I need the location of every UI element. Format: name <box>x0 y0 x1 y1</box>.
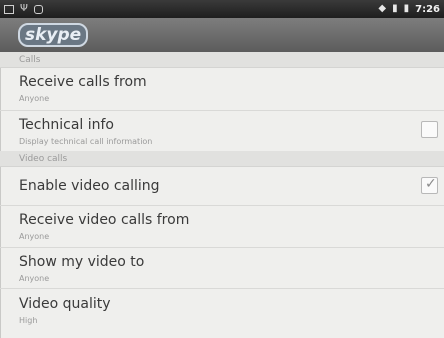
section-header-video-calls: Video calls <box>0 151 444 167</box>
setting-video-quality[interactable]: Video quality High <box>0 296 444 334</box>
app-bar: skype <box>0 18 444 52</box>
divider <box>0 288 444 289</box>
setting-technical-info[interactable]: Technical info Display technical call in… <box>0 117 444 151</box>
status-time: 7:26 <box>415 3 440 15</box>
setting-title: Show my video to <box>19 254 145 270</box>
signal-icon: ▮ <box>392 3 398 14</box>
section-header-calls: Calls <box>0 52 444 68</box>
wifi-icon: ◆ <box>378 3 387 14</box>
setting-receive-calls-from[interactable]: Receive calls from Anyone <box>0 74 444 111</box>
image-icon <box>4 4 14 14</box>
setting-enable-video-calling[interactable]: Enable video calling ✓ <box>0 176 444 206</box>
check-icon: ✓ <box>425 176 437 192</box>
skype-logo: skype <box>18 23 89 47</box>
battery-icon: ▮ <box>403 3 410 14</box>
setting-value: High <box>19 316 38 325</box>
setting-summary: Display technical call information <box>19 137 153 146</box>
setting-title: Receive calls from <box>19 74 147 90</box>
enable-video-calling-checkbox[interactable]: ✓ <box>421 176 438 194</box>
setting-title: Receive video calls from <box>19 212 190 228</box>
divider <box>0 205 444 206</box>
usb-icon: Ψ <box>20 3 28 14</box>
setting-receive-video-calls-from[interactable]: Receive video calls from Anyone <box>0 212 444 248</box>
setting-title: Video quality <box>19 296 111 312</box>
status-bar: Ψ ◆ ▮ ▮ 7:26 <box>0 0 444 18</box>
setting-show-my-video-to[interactable]: Show my video to Anyone <box>0 254 444 289</box>
divider <box>0 110 444 111</box>
divider <box>0 247 444 248</box>
sync-icon <box>33 4 43 14</box>
setting-value: Anyone <box>19 94 50 103</box>
setting-value: Anyone <box>19 274 50 283</box>
setting-title: Enable video calling <box>19 178 160 194</box>
setting-value: Anyone <box>19 232 50 241</box>
setting-title: Technical info <box>19 117 114 133</box>
technical-info-checkbox[interactable] <box>421 121 438 138</box>
